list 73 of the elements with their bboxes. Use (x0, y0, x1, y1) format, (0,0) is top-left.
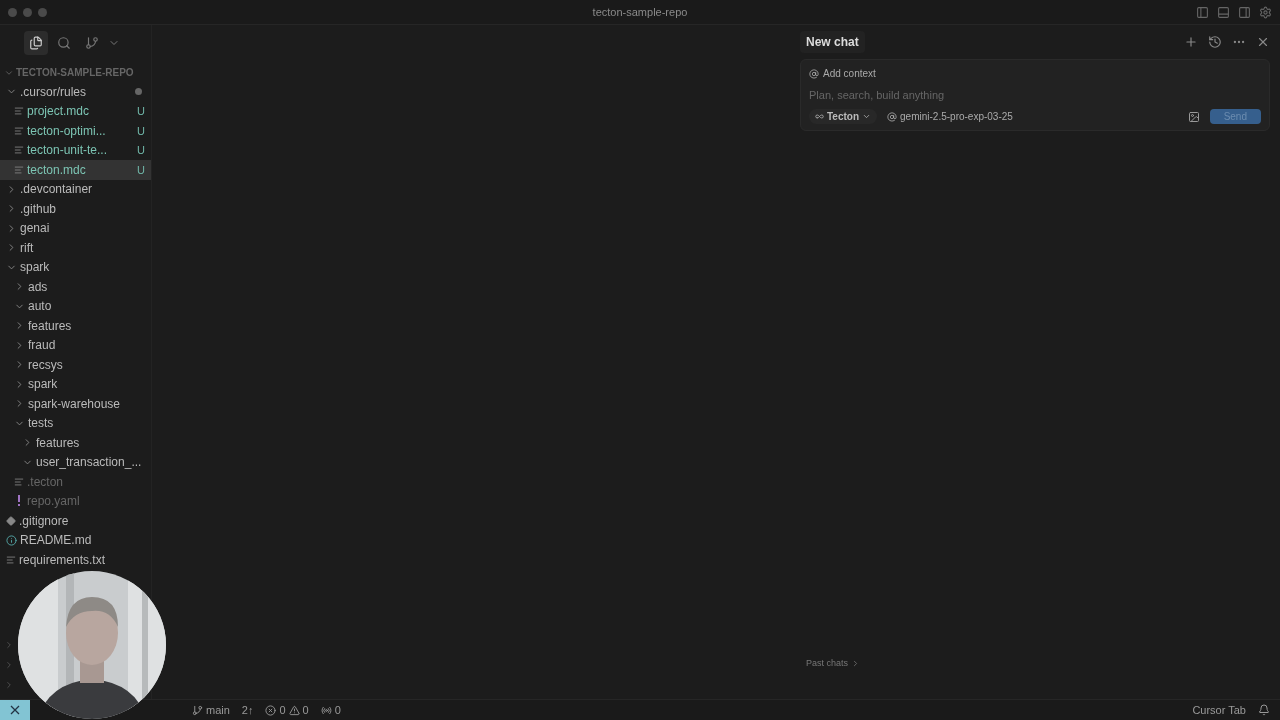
file-name: features (28, 318, 73, 333)
antenna-icon (320, 704, 332, 716)
settings-icon[interactable] (1259, 5, 1272, 19)
add-context-button[interactable]: Add context (809, 66, 876, 81)
status-label: U (137, 163, 145, 176)
history-icon[interactable] (1208, 35, 1222, 49)
chat-tab[interactable]: New chat (800, 31, 865, 53)
file-name: tecton.mdc (27, 162, 87, 177)
file-name: .github (20, 201, 58, 216)
tree-item[interactable]: tecton.mdc U (0, 160, 151, 180)
file-name: project.mdc (27, 104, 91, 119)
status-label: U (137, 144, 145, 157)
remote-icon (9, 704, 21, 716)
file-name: user_transaction_... (36, 455, 143, 470)
remote-button[interactable] (0, 700, 30, 720)
activity-tab[interactable] (24, 31, 48, 55)
file-name: .gitignore (19, 513, 70, 528)
diamond-icon (6, 515, 16, 526)
model-selector[interactable]: gemini-2.5-pro-exp-03-25 (887, 111, 1013, 122)
file-name: tecton-optimi... (27, 123, 107, 138)
file-name: spark (20, 260, 51, 275)
branch-status[interactable]: main (192, 704, 230, 716)
file-name: .cursor/rules (20, 84, 88, 99)
text-file-icon (14, 106, 24, 117)
caret-icon (862, 112, 872, 121)
file-name: rift (20, 240, 35, 255)
image-icon[interactable] (1187, 110, 1200, 123)
file-name: .devcontainer (20, 182, 94, 197)
window-title: tecton-sample-repo (591, 6, 689, 18)
file-name: tests (28, 416, 55, 431)
infinity-icon (815, 112, 824, 121)
branch-icon (85, 36, 99, 50)
file-name: README.md (20, 533, 93, 548)
file-name: .tecton (27, 474, 65, 489)
search-icon (57, 36, 71, 50)
problems-status[interactable]: 0 0 (265, 704, 309, 716)
status-label: U (137, 105, 145, 118)
file-name: spark-warehouse (28, 396, 122, 411)
panel-left-icon[interactable] (1196, 5, 1209, 19)
file-name: tecton-unit-te... (27, 143, 109, 158)
sync-status[interactable]: 2↑ (241, 704, 254, 716)
text-file-icon (6, 554, 16, 565)
file-name: auto (28, 299, 53, 314)
file-name: features (36, 435, 81, 450)
panel-bottom-icon[interactable] (1217, 5, 1230, 19)
error-icon (265, 704, 277, 716)
text-file-icon (14, 164, 24, 175)
at-icon (809, 68, 819, 79)
cursor-tab-status[interactable]: Cursor Tab (1192, 704, 1246, 716)
chat-input[interactable]: Plan, search, build anything (809, 89, 1261, 101)
status-label: U (137, 124, 145, 137)
file-name: fraud (28, 338, 57, 353)
info-icon (6, 534, 17, 546)
bell-icon[interactable] (1258, 704, 1270, 716)
text-file-icon (14, 145, 24, 156)
model-icon (887, 111, 898, 122)
file-name: requirements.txt (19, 552, 107, 567)
file-name: repo.yaml (27, 494, 81, 509)
plus-icon[interactable] (1184, 35, 1198, 49)
branch-icon (192, 704, 203, 716)
file-name: spark (28, 377, 59, 392)
close-icon[interactable] (1256, 35, 1270, 49)
text-file-icon (14, 125, 24, 136)
text-file-icon (14, 476, 24, 487)
files-icon (29, 36, 43, 50)
past-chats-link[interactable]: Past chats (800, 657, 867, 669)
ports-status[interactable]: 0 (320, 704, 341, 716)
panel-right-icon[interactable] (1238, 5, 1251, 19)
file-name: ads (28, 279, 49, 294)
warning-icon (288, 704, 300, 716)
file-name: recsys (28, 357, 64, 372)
agent-selector[interactable]: Tecton (809, 109, 878, 124)
file-name: genai (20, 221, 51, 236)
